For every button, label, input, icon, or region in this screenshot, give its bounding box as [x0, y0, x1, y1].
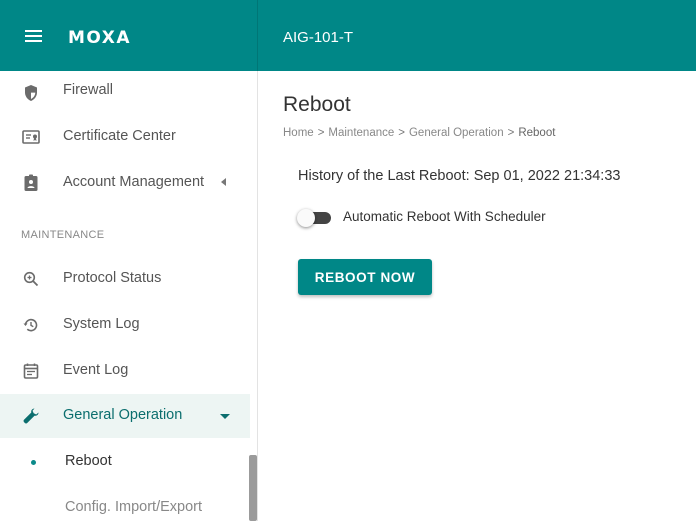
sidebar-item-label: Firewall	[63, 82, 113, 98]
chevron-left-icon	[221, 178, 226, 186]
breadcrumb-separator: >	[398, 127, 405, 139]
sidebar-subitem-config-import-export[interactable]: Config. Import/Export	[0, 486, 250, 521]
sidebar-item-certificate-center[interactable]: Certificate Center	[0, 115, 250, 159]
last-reboot-history: History of the Last Reboot: Sep 01, 2022…	[298, 168, 621, 184]
sidebar: Firewall Certificate Center Account Mana…	[0, 71, 258, 521]
sidebar-item-label: Protocol Status	[63, 270, 162, 286]
sidebar-subitem-label: Reboot	[65, 453, 112, 469]
menu-icon[interactable]	[25, 30, 42, 43]
history-icon	[23, 318, 38, 332]
sidebar-item-event-log[interactable]: Event Log	[0, 349, 250, 393]
sidebar-item-firewall[interactable]: Firewall	[0, 71, 250, 115]
breadcrumb-general-operation[interactable]: General Operation	[409, 127, 504, 139]
breadcrumb-maintenance[interactable]: Maintenance	[328, 127, 394, 139]
page-title: Reboot	[283, 93, 351, 116]
auto-reboot-toggle[interactable]	[297, 209, 333, 227]
sidebar-item-protocol-status[interactable]: Protocol Status	[0, 257, 250, 301]
sidebar-scrollbar[interactable]	[249, 455, 257, 521]
bullet-dot-icon	[31, 460, 36, 465]
top-app-bar: MOXA AIG-101-T	[0, 0, 696, 71]
sidebar-item-account-management[interactable]: Account Management	[0, 161, 250, 205]
account-badge-icon	[24, 174, 38, 191]
sidebar-item-label: Account Management	[63, 174, 205, 190]
top-bar-brand-area: MOXA	[0, 0, 258, 71]
sidebar-item-general-operation[interactable]: General Operation	[0, 394, 250, 438]
chevron-down-icon	[220, 414, 230, 419]
breadcrumb: Home > Maintenance > General Operation > Reboo…	[283, 127, 555, 139]
sidebar-item-label: System Log	[63, 316, 140, 332]
magnify-icon	[23, 271, 39, 287]
section-label-maintenance: MAINTENANCE	[21, 229, 105, 241]
breadcrumb-separator: >	[317, 127, 325, 139]
sidebar-item-label: Event Log	[63, 362, 129, 378]
toggle-thumb	[297, 209, 315, 227]
reboot-now-button[interactable]: REBOOT NOW	[298, 259, 432, 295]
sidebar-subitem-reboot[interactable]: Reboot	[0, 440, 250, 484]
device-name: AIG-101-T	[283, 29, 354, 46]
sidebar-item-label: General Operation	[63, 407, 183, 423]
wrench-icon	[23, 408, 39, 424]
sidebar-subitem-label: Config. Import/Export	[65, 499, 202, 515]
breadcrumb-home[interactable]: Home	[283, 127, 314, 139]
main-content: Reboot Home > Maintenance > General Operatio…	[259, 71, 696, 521]
shield-icon	[25, 85, 37, 101]
calendar-icon	[23, 363, 39, 379]
sidebar-item-label: Certificate Center	[63, 128, 176, 144]
breadcrumb-separator: >	[507, 127, 515, 139]
sidebar-item-system-log[interactable]: System Log	[0, 303, 250, 347]
auto-reboot-toggle-label: Automatic Reboot With Scheduler	[343, 209, 546, 224]
moxa-logo: MOXA	[68, 28, 132, 48]
breadcrumb-current: Reboot	[518, 127, 556, 139]
certificate-icon	[22, 130, 40, 144]
